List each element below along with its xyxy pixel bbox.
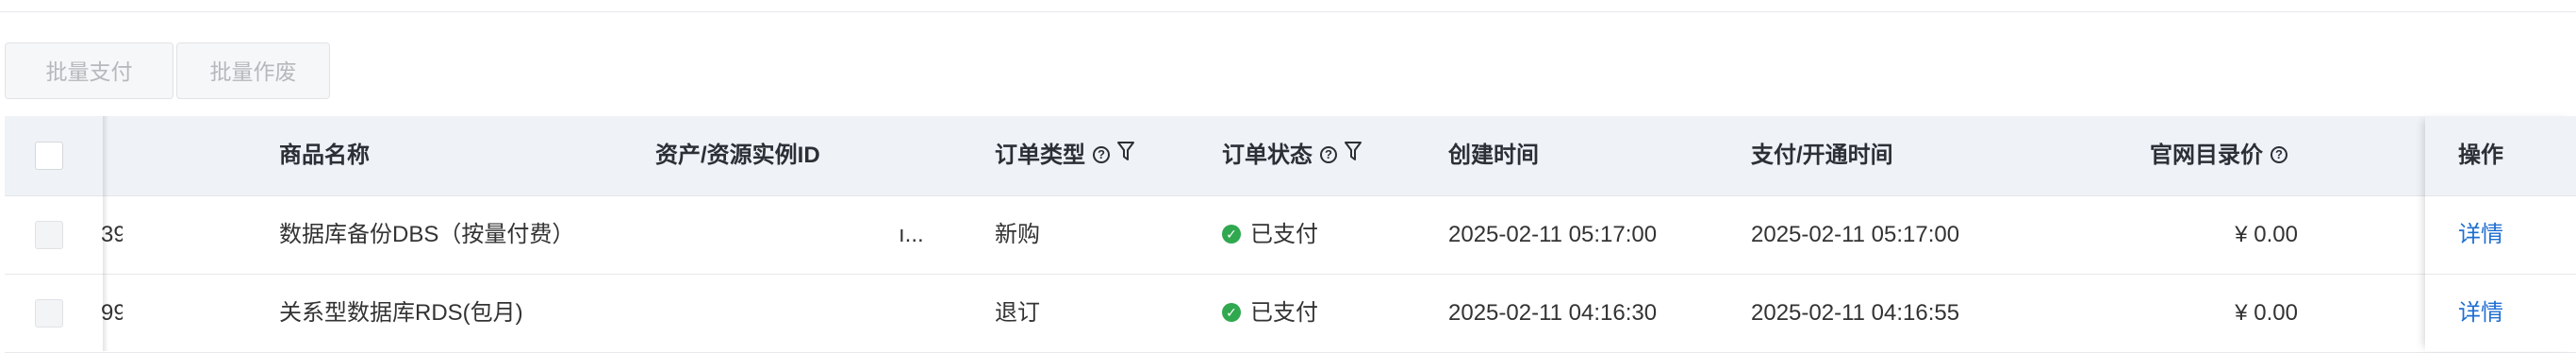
fixed-column-shadow <box>103 116 108 351</box>
list-price-cell: ¥ 0.00 <box>2235 300 2298 326</box>
order-status-cell: ✓ 已支付 <box>1222 275 1318 352</box>
header-created-time: 创建时间 <box>1448 143 1539 168</box>
created-time-cell: 2025-02-11 05:17:00 <box>1448 222 1658 247</box>
header-paid-time: 支付/开通时间 <box>1751 143 1893 168</box>
resource-id-cell: ı... <box>899 222 924 247</box>
row-checkbox[interactable] <box>35 221 63 249</box>
header-product-name: 商品名称 <box>279 143 370 168</box>
header-order-status: 订单状态? <box>1222 116 1362 195</box>
header-resource-id: 资产/资源实例ID <box>655 143 820 168</box>
help-icon[interactable]: ? <box>1320 145 1337 163</box>
help-icon[interactable]: ? <box>1093 145 1110 163</box>
redacted-area <box>123 275 211 352</box>
row-checkbox[interactable] <box>35 299 63 328</box>
order-type-cell: 退订 <box>995 300 1040 326</box>
fixed-actions-column-shadow <box>2425 116 2576 351</box>
filter-icon[interactable] <box>1345 115 1362 194</box>
batch-void-button[interactable]: 批量作废 <box>176 42 330 99</box>
header-list-price: 官网目录价? <box>2150 116 2287 195</box>
help-icon[interactable]: ? <box>2271 145 2287 163</box>
product-name-cell: 关系型数据库RDS(包月) <box>279 300 523 326</box>
paid-time-cell: 2025-02-11 04:16:55 <box>1751 300 1960 326</box>
filter-icon[interactable] <box>1117 115 1134 194</box>
table-row: 99 关系型数据库RDS(包月) 退订 ✓ 已支付 2025-02-11 04:1… <box>5 275 2576 353</box>
product-name-cell: 数据库备份DBS（按量付费） <box>279 222 575 247</box>
select-all-checkbox[interactable] <box>35 142 63 170</box>
top-divider <box>0 11 2576 12</box>
paid-time-cell: 2025-02-11 05:17:00 <box>1751 222 1960 247</box>
table-row: 39 数据库备份DBS（按量付费） ı... 新购 ✓ 已支付 2025-02-1… <box>5 196 2576 275</box>
check-circle-icon: ✓ <box>1222 224 1241 244</box>
batch-pay-button[interactable]: 批量支付 <box>5 42 173 99</box>
redacted-area <box>123 196 211 274</box>
order-status-cell: ✓ 已支付 <box>1222 196 1318 274</box>
order-status-text: 已支付 <box>1250 300 1318 326</box>
created-time-cell: 2025-02-11 04:16:30 <box>1448 300 1658 326</box>
header-order-status-label: 订单状态 <box>1222 143 1313 168</box>
order-type-cell: 新购 <box>995 222 1040 247</box>
list-price-cell: ¥ 0.00 <box>2235 222 2298 247</box>
order-status-text: 已支付 <box>1250 222 1318 247</box>
orders-table: 商品名称 资产/资源实例ID 订单类型? 订单状态? 创建时间 支付/开通时间 … <box>5 116 2576 353</box>
header-list-price-label: 官网目录价 <box>2150 143 2263 168</box>
table-header: 商品名称 资产/资源实例ID 订单类型? 订单状态? 创建时间 支付/开通时间 … <box>5 116 2576 196</box>
check-circle-icon: ✓ <box>1222 302 1241 322</box>
header-order-type: 订单类型? <box>995 116 1134 195</box>
header-order-type-label: 订单类型 <box>995 143 1085 168</box>
